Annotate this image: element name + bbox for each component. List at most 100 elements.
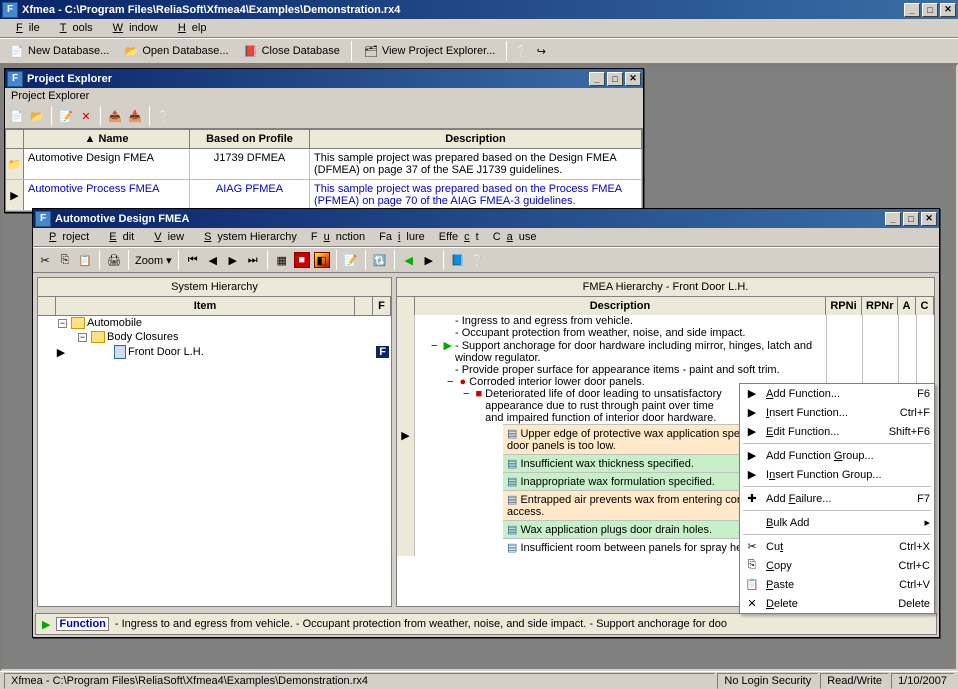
paste-icon[interactable]: 📋 xyxy=(77,252,93,268)
menu-file[interactable]: File xyxy=(4,20,46,36)
collapse-icon[interactable]: − xyxy=(58,319,67,328)
ad-help-icon[interactable]: ❔ xyxy=(470,252,486,268)
menu-item-icon: ▶ xyxy=(744,387,760,400)
menu-function[interactable]: Function xyxy=(305,229,371,245)
context-menu-item[interactable]: ▶Add Function...F6 xyxy=(740,384,934,403)
system-hierarchy-pane: System Hierarchy Item F − Automobile − xyxy=(37,277,392,607)
collapse-icon[interactable]: − xyxy=(78,333,87,342)
open-project-icon[interactable]: 📂 xyxy=(29,108,45,124)
tree-item[interactable]: − Automobile xyxy=(38,316,391,330)
new-project-icon[interactable]: 📄 xyxy=(9,108,25,124)
import-icon[interactable]: 📥 xyxy=(127,108,143,124)
open-database-button[interactable]: 📂Open Database... xyxy=(118,40,233,62)
project-row[interactable]: 📁 Automotive Design FMEA J1739 DFMEA Thi… xyxy=(6,149,642,180)
help-icon[interactable]: ❔ xyxy=(513,43,529,59)
ad-close-button[interactable]: ✕ xyxy=(921,212,937,226)
system-hierarchy-tree[interactable]: − Automobile − Body Closures ▶ Front Doo… xyxy=(38,316,391,606)
context-menu-item[interactable]: Bulk Add▸ xyxy=(740,513,934,532)
menu-item-icon: ✚ xyxy=(744,492,760,505)
book-icon[interactable]: 📘 xyxy=(450,252,466,268)
pe-toolbar: 📄 📂 📝 ✕ 📤 📥 ❔ xyxy=(5,104,643,129)
folder-icon xyxy=(91,331,105,343)
copy-icon[interactable]: ⎘ xyxy=(57,252,73,268)
nav-first-icon[interactable]: ⏮ xyxy=(185,252,201,268)
ad-minimize-button[interactable]: _ xyxy=(885,212,901,226)
view-project-explorer-button[interactable]: 🗂View Project Explorer... xyxy=(358,40,501,62)
cut-icon[interactable]: ✂ xyxy=(37,252,53,268)
red-square-icon[interactable]: ■ xyxy=(294,252,310,268)
menu-project[interactable]: Project xyxy=(37,229,95,245)
delete-icon[interactable]: ✕ xyxy=(78,108,94,124)
menu-tools[interactable]: Tools xyxy=(48,20,99,36)
statusbar: Xfmea - C:\Program Files\ReliaSoft\Xfmea… xyxy=(0,671,958,689)
menu-cause[interactable]: Cause xyxy=(487,229,543,245)
menu-system-hierarchy[interactable]: System Hierarchy xyxy=(192,229,303,245)
new-database-button[interactable]: 📄New Database... xyxy=(4,40,114,62)
function-link[interactable]: - Provide proper surface for appearance … xyxy=(455,364,780,376)
folder-open-icon: 📂 xyxy=(123,43,139,59)
context-menu: ▶Add Function...F6▶Insert Function...Ctr… xyxy=(739,383,935,614)
zoom-dropdown[interactable]: Zoom ▾ xyxy=(135,254,172,267)
context-menu-item[interactable]: ✕DeleteDelete xyxy=(740,594,934,613)
print-icon[interactable]: 🖨 xyxy=(106,252,122,268)
maximize-button[interactable]: □ xyxy=(922,3,938,17)
explorer-tab[interactable]: Explo xyxy=(2,364,13,389)
tree-item-selected[interactable]: ▶ Front Door L.H. F xyxy=(38,344,391,360)
function-link[interactable]: - Support anchorage for door hardware in… xyxy=(455,340,812,364)
back-icon[interactable]: ◀ xyxy=(401,252,417,268)
close-database-button[interactable]: 📕Close Database xyxy=(238,40,345,62)
tree-item[interactable]: − Body Closures xyxy=(38,330,391,344)
minimize-button[interactable]: _ xyxy=(904,3,920,17)
menu-failure[interactable]: Failure xyxy=(373,229,431,245)
grid-view-icon[interactable]: ▦ xyxy=(274,252,290,268)
function-summary-bar: ▶Function - Ingress to and egress from v… xyxy=(35,613,937,635)
ad-title: Automotive Design FMEA xyxy=(55,213,885,225)
yellow-square-icon[interactable]: ◧ xyxy=(314,252,330,268)
project-row[interactable]: ▶ Automotive Process FMEA AIAG PFMEA Thi… xyxy=(6,180,642,211)
pe-minimize-button[interactable]: _ xyxy=(589,72,605,86)
menu-effect[interactable]: Effect xyxy=(433,229,485,245)
function-link[interactable]: - Occupant protection from weather, nois… xyxy=(455,327,745,339)
nav-last-icon[interactable]: ⏭ xyxy=(245,252,261,268)
pe-help-icon[interactable]: ❔ xyxy=(156,108,172,124)
exit-icon[interactable]: ↪ xyxy=(533,43,549,59)
context-menu-item[interactable]: ▶Insert Function Group... xyxy=(740,465,934,484)
f-flag: F xyxy=(376,346,389,358)
status-path: Xfmea - C:\Program Files\ReliaSoft\Xfmea… xyxy=(4,673,715,689)
context-menu-item[interactable]: ⎘CopyCtrl+C xyxy=(740,556,934,575)
edit-icon[interactable]: 📝 xyxy=(58,108,74,124)
menu-help[interactable]: Help xyxy=(166,20,213,36)
menu-item-icon: ▶ xyxy=(744,406,760,419)
context-menu-item[interactable]: ▶Add Function Group... xyxy=(740,446,934,465)
menu-item-icon: ⎘ xyxy=(744,559,760,572)
status-login: No Login Security xyxy=(717,673,818,689)
context-menu-item[interactable]: 📋PasteCtrl+V xyxy=(740,575,934,594)
menu-item-icon: ✕ xyxy=(744,597,760,610)
ad-maximize-button[interactable]: □ xyxy=(903,212,919,226)
app-title: Xfmea - C:\Program Files\ReliaSoft\Xfmea… xyxy=(22,4,904,16)
nav-prev-icon[interactable]: ◀ xyxy=(205,252,221,268)
nav-next-icon[interactable]: ▶ xyxy=(225,252,241,268)
refresh-icon[interactable]: 🔃 xyxy=(372,252,388,268)
context-menu-item[interactable]: ✚Add Failure...F7 xyxy=(740,489,934,508)
function-link[interactable]: - Ingress to and egress from vehicle. xyxy=(455,315,633,327)
menu-item-icon: ▶ xyxy=(744,449,760,462)
effect-label[interactable]: Deteriorated life of door leading to uns… xyxy=(485,388,725,424)
ad-menubar: Project Edit View System Hierarchy Funct… xyxy=(33,228,939,247)
menu-edit[interactable]: Edit xyxy=(97,229,140,245)
failure-label[interactable]: Corroded interior lower door panels. xyxy=(469,376,644,388)
export-icon[interactable]: 📤 xyxy=(107,108,123,124)
close-button[interactable]: ✕ xyxy=(940,3,956,17)
pe-maximize-button[interactable]: □ xyxy=(607,72,623,86)
notes-icon[interactable]: 📝 xyxy=(343,252,359,268)
folder-icon: 📁 xyxy=(8,158,22,171)
menu-view[interactable]: View xyxy=(142,229,190,245)
fwd-icon[interactable]: ▶ xyxy=(421,252,437,268)
context-menu-item[interactable]: ▶Edit Function...Shift+F6 xyxy=(740,422,934,441)
project-explorer-window: F Project Explorer _ □ ✕ Project Explore… xyxy=(4,68,644,213)
pe-close-button[interactable]: ✕ xyxy=(625,72,641,86)
context-menu-item[interactable]: ▶Insert Function...Ctrl+F xyxy=(740,403,934,422)
menu-window[interactable]: Window xyxy=(101,20,164,36)
context-menu-item[interactable]: ✂CutCtrl+X xyxy=(740,537,934,556)
ad-icon: F xyxy=(35,211,51,227)
